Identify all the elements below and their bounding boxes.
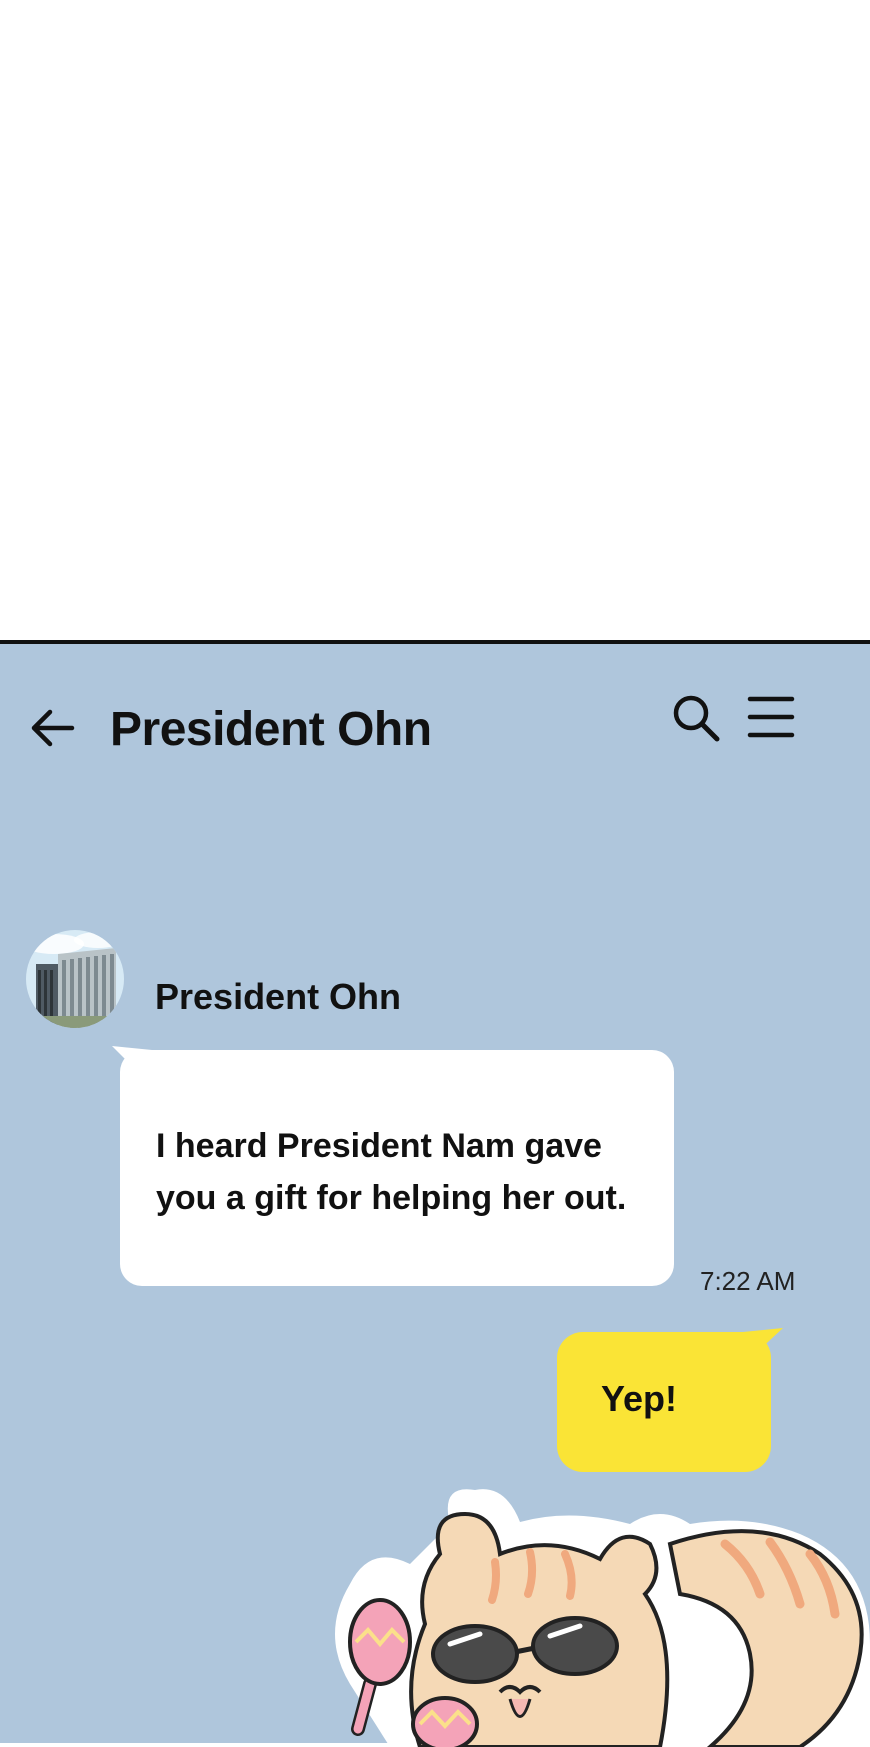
sender-name: President Ohn (155, 976, 402, 1017)
chat-screen: President Ohn President Ohn I heard Pres… (0, 640, 870, 1747)
search-icon[interactable] (670, 692, 722, 744)
outgoing-message-text: Yep! (600, 1378, 678, 1419)
building-avatar-icon (26, 930, 124, 1028)
chat-title: President Ohn (110, 703, 432, 756)
message-timestamp: 7:22 AM (700, 1266, 796, 1296)
outgoing-message-bubble[interactable]: Yep! (557, 1328, 783, 1472)
bubble-tail (743, 1328, 783, 1354)
incoming-message-text: I heard President Nam gave you a gift fo… (156, 1127, 627, 1217)
bubble-tail (112, 1046, 152, 1076)
incoming-message-bubble[interactable]: I heard President Nam gave you a gift fo… (112, 1046, 674, 1286)
squirrel-sunglasses-maracas-sticker[interactable] (330, 1484, 870, 1747)
avatar[interactable] (26, 930, 124, 1028)
back-arrow-icon[interactable] (28, 706, 78, 750)
blank-panel-area (0, 0, 870, 640)
menu-icon[interactable] (746, 694, 796, 740)
chat-header: President Ohn (0, 644, 870, 804)
